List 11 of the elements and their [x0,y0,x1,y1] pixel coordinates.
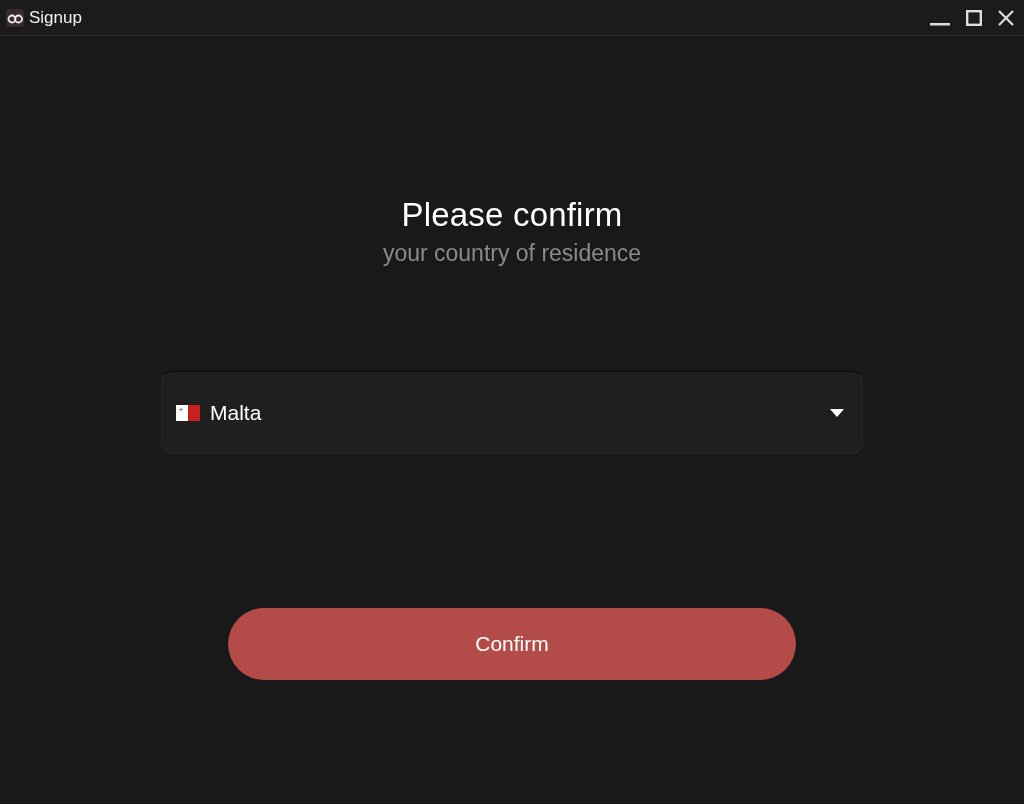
country-select[interactable]: Malta [161,371,863,454]
close-icon[interactable] [998,9,1014,26]
confirm-button[interactable]: Confirm [228,608,796,680]
window-title: Signup [29,7,82,28]
dropdown-caret-icon [830,408,844,417]
maximize-icon[interactable] [966,9,982,26]
heading: Please confirm [401,196,623,234]
subheading: your country of residence [382,240,642,267]
app-logo-icon [6,8,24,27]
selected-country: Malta [210,400,262,425]
flag-icon [176,404,200,421]
